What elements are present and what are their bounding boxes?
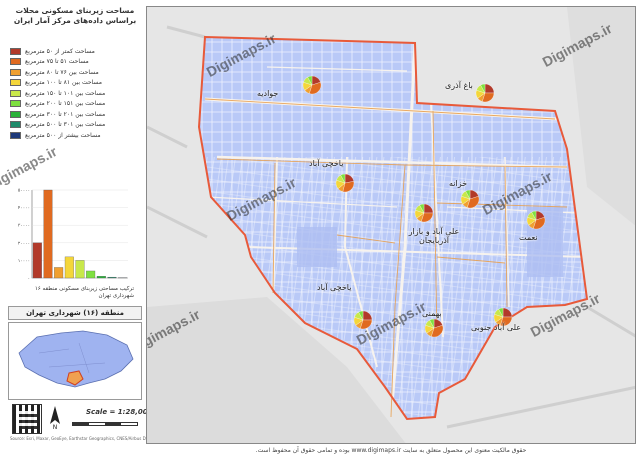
legend-label: مساحت بین ۲۰۱ تا ۳۰۰ مترمربع: [25, 110, 106, 118]
legend-swatch: [10, 121, 21, 129]
chart-bar-4: [64, 256, 74, 279]
legend-swatch: [10, 89, 21, 97]
neighborhood-label-yakhchi-abad-north: یاخچی آباد: [309, 159, 344, 168]
legend-swatch: [10, 131, 21, 139]
qr-code: [12, 404, 42, 434]
legend-swatch: [10, 68, 21, 76]
legend-title: مساحت زیربنای مسکونی محلات: [15, 6, 135, 15]
chart-y-tick-label: ۴۰۰۰۰: [18, 206, 30, 211]
legend-label: مساحت بین ۱۰۱ تا ۱۵۰ مترمربع: [25, 89, 106, 97]
legend-item: مساحت بین ۷۶ تا ۸۰ مترمربع: [10, 67, 140, 78]
chart-caption: ترکیب مساحتی زیربنای مسکونی منطقه ۱۶ شهر…: [34, 286, 134, 299]
legend-item: مساحت بین ۲۰۱ تا ۳۰۰ مترمربع: [10, 109, 140, 120]
chart-bar-3: [54, 267, 64, 279]
neighborhood-label-yakhchi-abad: یاخچی آباد: [317, 283, 352, 292]
pie-chart-1: [302, 75, 322, 95]
legend-swatch: [10, 47, 21, 55]
chart-bar-7: [96, 276, 106, 279]
pie-chart-4: [460, 189, 480, 209]
chart-bar-8: [107, 276, 117, 279]
legend-label: مساحت بیشتر از ۵۰۰ مترمربع: [25, 131, 101, 139]
map-scale: Scale = 1:28,000: [86, 408, 153, 416]
main-map: جوادیه باغ آذری یاخچی آباد خزانه علی آبا…: [146, 6, 636, 444]
legend-item: مساحت بین ۸۱ تا ۱۰۰ مترمربع: [10, 78, 140, 89]
chart-y-tick-label: ۱۰۰۰۰: [18, 259, 30, 264]
legend-label: مساحت کمتر از ۵۰ مترمربع: [25, 47, 95, 55]
legend-label: مساحت بین ۱۵۱ تا ۲۰۰ مترمربع: [25, 100, 106, 108]
pie-chart-6: [526, 210, 546, 230]
chart-bar-2: [43, 189, 53, 279]
chart-y-tick-label: ۰: [28, 277, 30, 282]
neighborhood-label-ali-abad-jonubi: علی آباد جنوبی: [470, 323, 521, 332]
legend-swatch: [10, 100, 21, 108]
pie-chart-5: [414, 203, 434, 223]
region-title: منطقه (۱۶) شهرداری تهران: [8, 306, 142, 320]
legend-item: مساحت ۵۱ تا ۷۵ مترمربع: [10, 57, 140, 68]
legend-label: مساحت بین ۷۶ تا ۸۰ مترمربع: [25, 68, 99, 76]
neighborhood-label-bagh-azari: باغ آذری: [445, 81, 473, 90]
chart-bar-6: [86, 270, 96, 279]
scale-bar: [72, 422, 138, 426]
legend-swatch: [10, 58, 21, 66]
chart-y-tick-label: ۲۰۰۰۰: [18, 241, 30, 246]
chart-y-tick-label: ۳۰۰۰۰: [18, 223, 30, 229]
legend-swatch: [10, 79, 21, 87]
neighborhood-label-khazaneh: خزانه: [449, 179, 468, 188]
pie-chart-8: [424, 318, 444, 338]
north-arrow-icon: N: [50, 406, 60, 430]
neighborhood-label-nemat: نعمت: [519, 233, 538, 242]
chart-bar-1: [32, 242, 42, 279]
legend-item: مساحت بیشتر از ۵۰۰ مترمربع: [10, 130, 140, 141]
svg-text:N: N: [53, 424, 58, 430]
legend-item: مساحت بین ۳۰۱ تا ۵۰۰ مترمربع: [10, 120, 140, 131]
chart-bar-5: [75, 260, 85, 279]
inset-locator-map: [8, 322, 142, 400]
legend-swatch: [10, 110, 21, 118]
inset-map-graphic: [18, 330, 134, 388]
pie-chart-3: [335, 173, 355, 193]
legend-label: مساحت بین ۸۱ تا ۱۰۰ مترمربع: [25, 79, 102, 87]
qr-code-pattern: [19, 411, 37, 429]
legend-label: مساحت ۵۱ تا ۷۵ مترمربع: [25, 58, 89, 66]
neighborhood-label-ali-abad: علی آباد و بازار آذربایجان: [408, 227, 460, 245]
neighborhood-label-javadieh: جوادیه: [257, 89, 279, 98]
legend-list: مساحت کمتر از ۵۰ مترمربع مساحت ۵۱ تا ۷۵ …: [10, 46, 140, 141]
legend-item: مساحت بین ۱۰۱ تا ۱۵۰ مترمربع: [10, 88, 140, 99]
legend-item: مساحت بین ۱۵۱ تا ۲۰۰ مترمربع: [10, 99, 140, 110]
copyright-footer: حقوق مالکیت معنوی این محصول متعلق به سای…: [255, 447, 527, 454]
pie-chart-2: [475, 83, 495, 103]
legend-label: مساحت بین ۳۰۱ تا ۵۰۰ مترمربع: [25, 121, 106, 129]
legend-item: مساحت کمتر از ۵۰ مترمربع: [10, 46, 140, 57]
chart-y-tick-label: ۵۰۰۰۰: [18, 189, 30, 194]
legend-subtitle: براساس داده‌های مرکز آمار ایران: [13, 16, 137, 25]
area-bar-chart: ۰ ۱۰۰۰۰ ۲۰۰۰۰ ۳۰۰۰۰ ۴۰۰۰۰ ۵۰۰۰۰: [18, 189, 128, 282]
